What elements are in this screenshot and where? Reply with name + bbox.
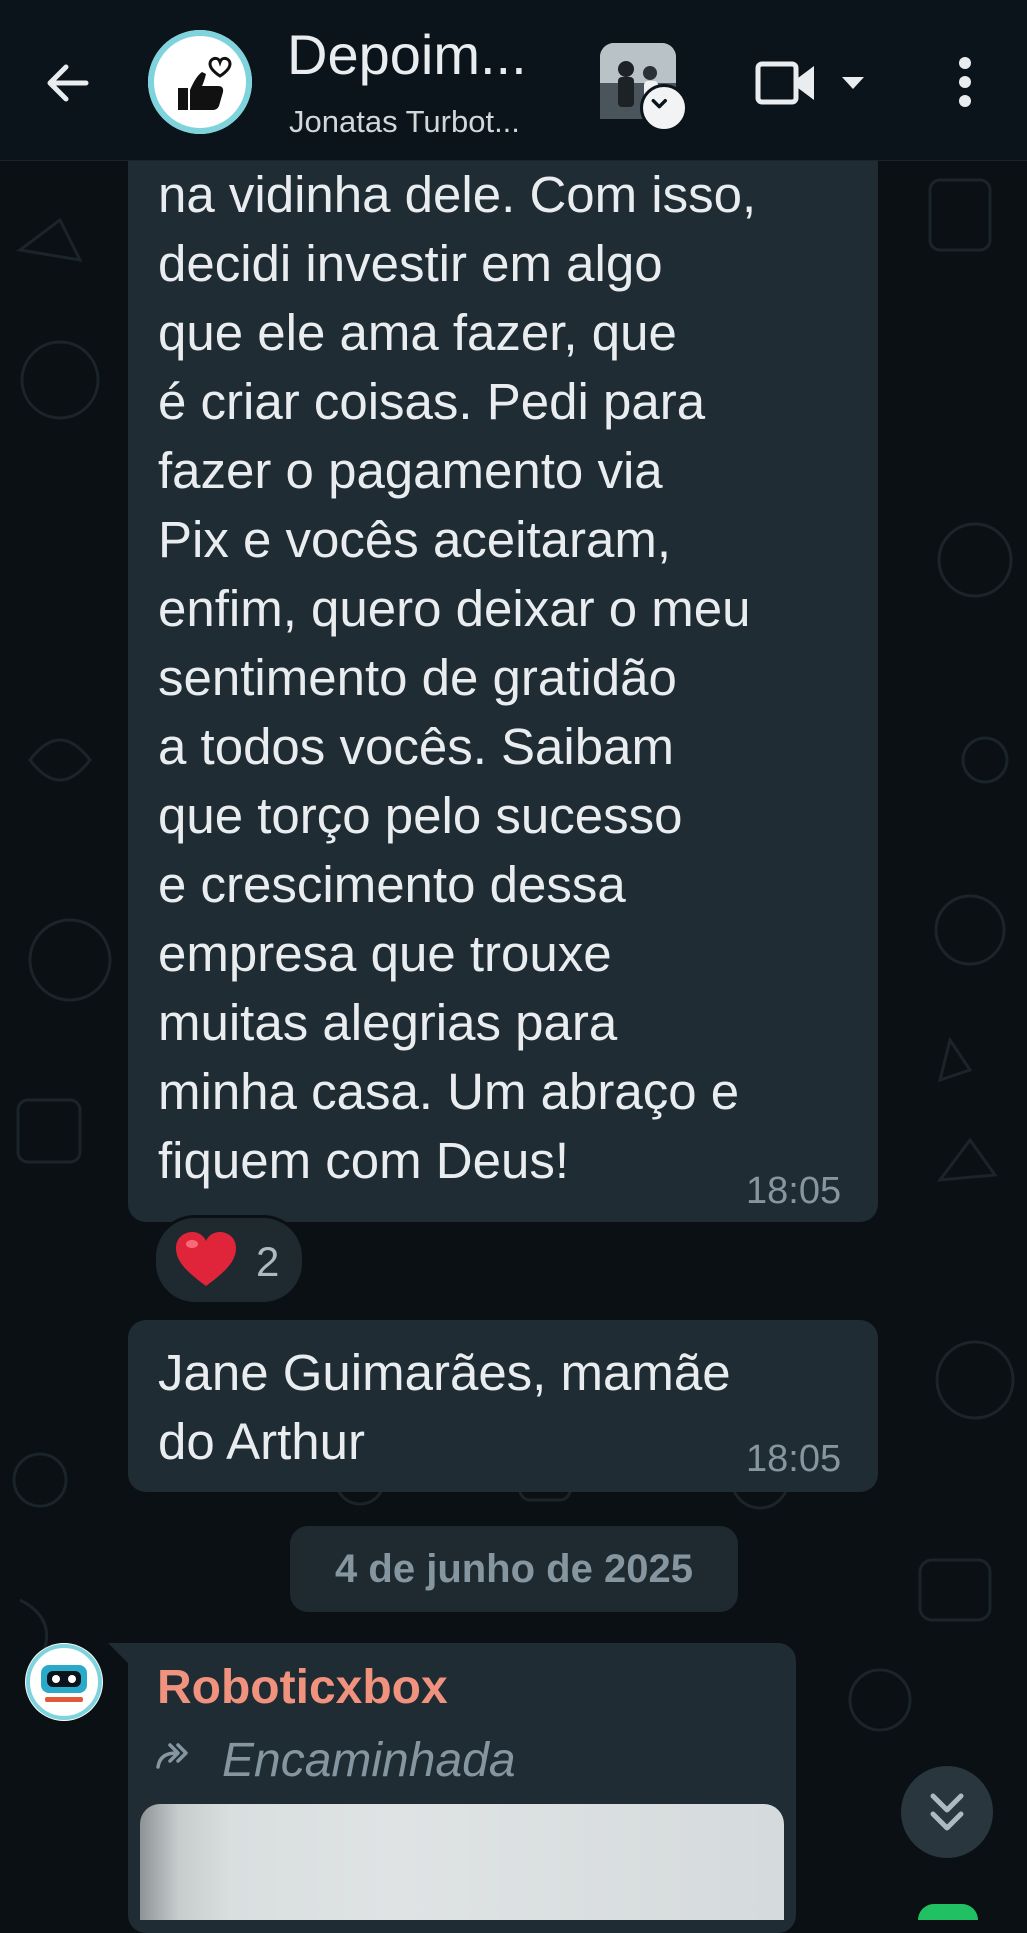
message-line: do Arthur	[158, 1413, 365, 1470]
red-heart-icon	[176, 1232, 236, 1286]
message-time: 18:05	[746, 1170, 842, 1212]
message-text: na vidinha dele. Com isso, decidi investi…	[158, 160, 756, 1195]
chat-subtitle[interactable]: Jonatas Turbot...	[289, 104, 520, 140]
message-line: na vidinha dele. Com isso,	[158, 166, 757, 223]
chat-header: Depoim... Jonatas Turbot...	[0, 0, 1027, 161]
message-text: Jane Guimarães, mamãe do Arthur	[158, 1338, 731, 1476]
caret-down-icon[interactable]	[838, 73, 868, 93]
photo-preview[interactable]	[140, 1804, 784, 1920]
chevron-down-icon	[651, 99, 667, 109]
status-badge[interactable]	[640, 84, 688, 132]
message-line: Pix e vocês aceitaram,	[158, 511, 672, 568]
message-line: é criar coisas. Pedi para	[158, 373, 706, 430]
more-vertical-icon[interactable]	[950, 56, 980, 108]
message-line: empresa que trouxe	[158, 925, 612, 982]
forwarded-label: Encaminhada	[222, 1734, 516, 1787]
message-line: muitas alegrias para	[158, 994, 618, 1051]
message-line: que ele ama fazer, que	[158, 304, 677, 361]
video-camera-icon[interactable]	[754, 58, 818, 108]
bubble-tail	[108, 1643, 132, 1667]
sender-avatar[interactable]	[25, 1643, 103, 1721]
forward-arrows-icon	[156, 1743, 188, 1769]
double-chevron-down-icon	[930, 1793, 964, 1831]
message-time: 18:05	[746, 1438, 842, 1480]
roboticxbox-logo	[26, 1644, 102, 1720]
new-chat-fab[interactable]	[918, 1904, 978, 1920]
thumbs-up-heart-icon	[178, 56, 232, 110]
group-avatar[interactable]	[148, 30, 252, 134]
message-line: e crescimento dessa	[158, 856, 626, 913]
message-line: que torço pelo sucesso	[158, 787, 683, 844]
sender-name[interactable]: Roboticxbox	[157, 1660, 448, 1715]
date-separator: 4 de junho de 2025	[290, 1526, 738, 1612]
reaction-pill[interactable]: 2	[153, 1215, 305, 1305]
incoming-message-bubble[interactable]: na vidinha dele. Com isso, decidi investi…	[128, 130, 878, 1222]
message-line: a todos vocês. Saibam	[158, 718, 674, 775]
message-line: fiquem com Deus!	[158, 1132, 569, 1189]
chat-title[interactable]: Depoim...	[287, 22, 527, 87]
message-line: fazer o pagamento via	[158, 442, 663, 499]
reaction-count: 2	[256, 1238, 280, 1285]
message-line: sentimento de gratidão	[158, 649, 677, 706]
incoming-message-bubble[interactable]: Jane Guimarães, mamãe do Arthur 18:05	[128, 1320, 878, 1492]
arrow-back-icon[interactable]	[40, 55, 96, 111]
message-line: Jane Guimarães, mamãe	[158, 1344, 731, 1401]
message-line: decidi investir em algo	[158, 235, 663, 292]
scroll-to-bottom-button[interactable]	[901, 1766, 993, 1858]
message-line: minha casa. Um abraço e	[158, 1063, 740, 1120]
message-line: enfim, quero deixar o meu	[158, 580, 751, 637]
